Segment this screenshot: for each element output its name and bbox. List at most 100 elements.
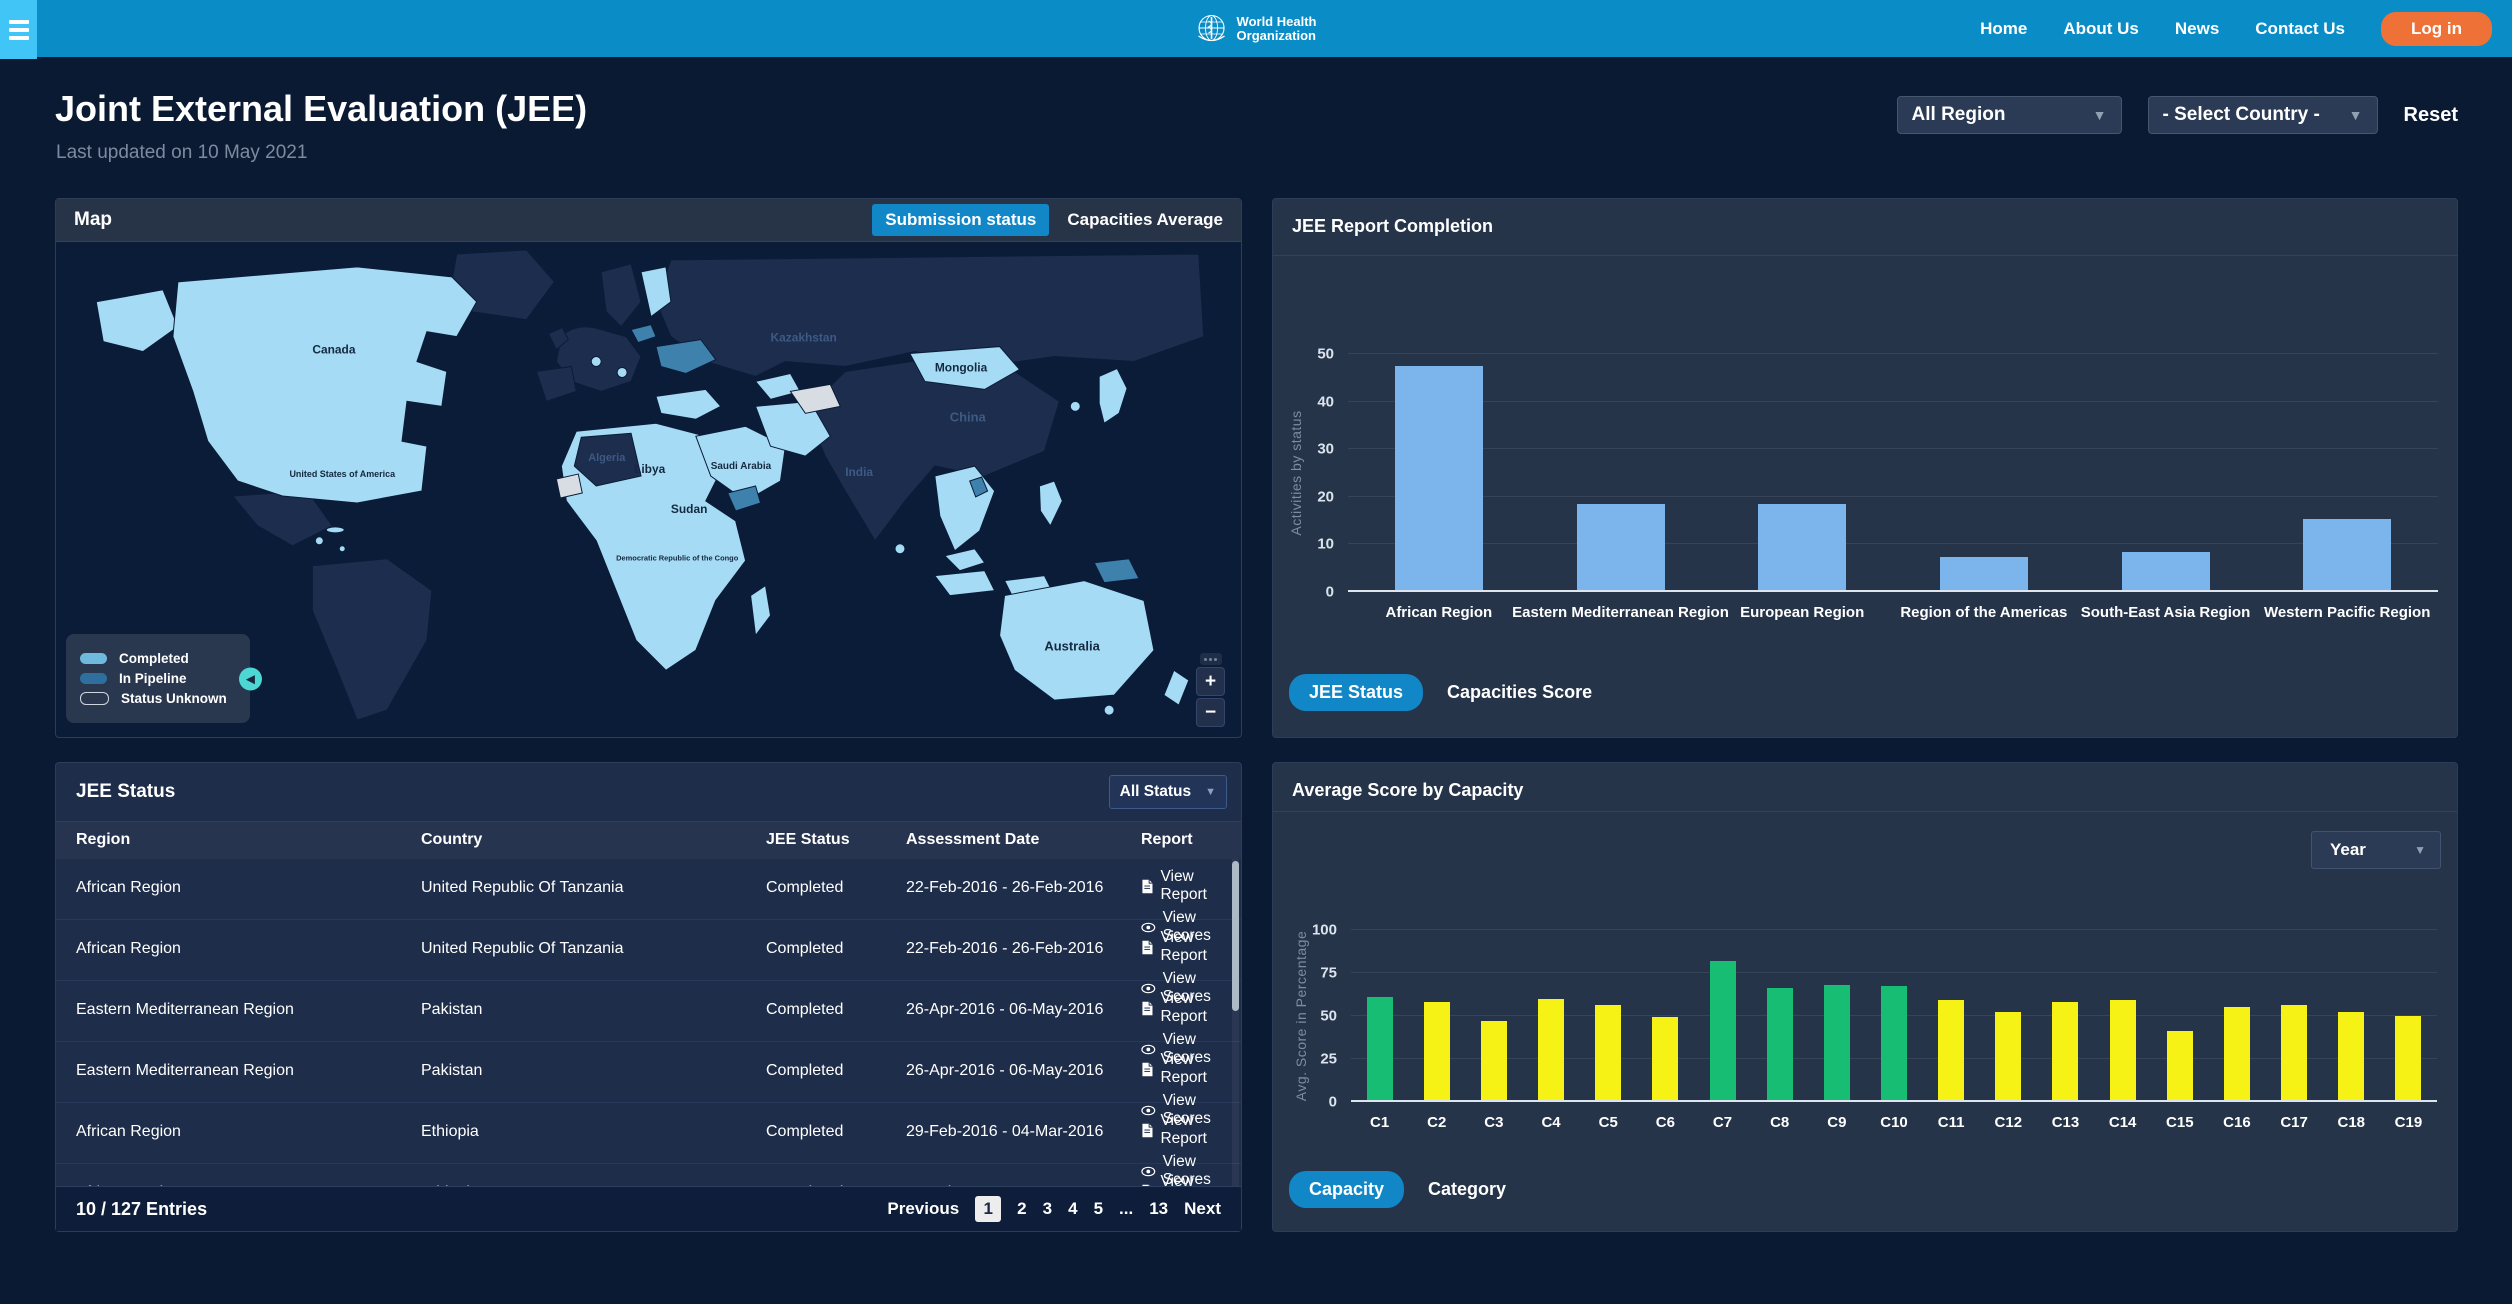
y-tick-label: 50 [1320, 1008, 1337, 1025]
pagination-page-13[interactable]: 13 [1149, 1199, 1168, 1219]
x-tick-label: Western Pacific Region [2264, 604, 2430, 621]
toggle-submission-status[interactable]: Submission status [872, 204, 1049, 236]
country-shape [326, 527, 344, 533]
x-tick-label: C18 [2337, 1114, 2365, 1131]
capacity-plot-area: Avg. Score in Percentage 0255075100C1C2C… [1351, 930, 2437, 1102]
country-shape [315, 537, 323, 545]
col-report: Report [1141, 831, 1193, 849]
pagination-page-5[interactable]: 5 [1094, 1199, 1103, 1219]
table-row: African RegionEthiopiaCompleted29-Feb-20… [56, 1164, 1241, 1188]
pagination-pages: 12345... 13 [975, 1196, 1168, 1222]
legend-collapse-button[interactable]: ◀ [239, 667, 262, 690]
hamburger-menu-button[interactable] [0, 0, 37, 59]
map-extra-control-icon[interactable] [1200, 653, 1222, 665]
chevron-down-icon: ▼ [2414, 843, 2426, 857]
cell-region: African Region [76, 879, 406, 897]
x-tick-label: C4 [1541, 1114, 1560, 1131]
nav-news[interactable]: News [2175, 19, 2219, 39]
view-report-link[interactable]: View Report [1141, 929, 1241, 965]
reset-button[interactable]: Reset [2404, 104, 2458, 127]
pagination-page-3[interactable]: 3 [1043, 1199, 1052, 1219]
map-label-mongolia: Mongolia [935, 360, 988, 374]
x-tick-label: C2 [1427, 1114, 1446, 1131]
map-label-canada: Canada [312, 343, 355, 357]
x-tick-label: C16 [2223, 1114, 2251, 1131]
tab-category[interactable]: Category [1428, 1179, 1506, 1200]
bar-C2 [1424, 1002, 1450, 1100]
bar-Eastern Mediterranean Region [1577, 504, 1665, 590]
x-tick-label: C8 [1770, 1114, 1789, 1131]
x-axis-line [1348, 590, 2438, 592]
cell-country: Ethiopia [421, 1123, 751, 1141]
bar-European Region [1758, 504, 1846, 590]
gridline [1348, 353, 2438, 354]
nav-contact-us[interactable]: Contact Us [2255, 19, 2345, 39]
who-brand: World Health Organization [1196, 13, 1317, 45]
table-row: African RegionUnited Republic Of Tanzani… [56, 859, 1241, 920]
tab-capacity[interactable]: Capacity [1289, 1171, 1404, 1208]
status-filter-select[interactable]: All Status▼ [1109, 775, 1227, 809]
view-report-link[interactable]: View Report [1141, 868, 1241, 904]
map-label-china: China [950, 409, 987, 424]
country-shape [810, 360, 1059, 541]
nav-home[interactable]: Home [1980, 19, 2027, 39]
view-report-link[interactable]: View Report [1141, 1112, 1241, 1148]
regions-plot-area: Activities by status 01020304050African … [1348, 354, 2438, 592]
legend-item-status-unknown: Status Unknown [80, 691, 238, 706]
divider [1273, 811, 2457, 812]
country-shape [935, 571, 995, 596]
country-shape [895, 544, 905, 554]
x-tick-label: C5 [1599, 1114, 1618, 1131]
last-updated-text: Last updated on 10 May 2021 [56, 142, 307, 164]
file-icon [1141, 940, 1153, 955]
who-brand-text: World Health Organization [1237, 15, 1317, 43]
country-shape [339, 546, 345, 552]
map-legend: Completed In Pipeline Status Unknown ◀ [66, 634, 250, 723]
gridline [1351, 972, 2437, 973]
table-row: African RegionUnited Republic Of Tanzani… [56, 920, 1241, 981]
pagination-page-2[interactable]: 2 [1017, 1199, 1026, 1219]
view-report-link[interactable]: View Report [1141, 1051, 1241, 1087]
x-tick-label: C14 [2109, 1114, 2137, 1131]
col-jee-status: JEE Status [766, 831, 850, 849]
region-filter-select[interactable]: All Region▼ [1897, 96, 2122, 134]
pagination-next[interactable]: Next [1184, 1199, 1221, 1219]
bar-C13 [2052, 1002, 2078, 1100]
y-tick-label: 0 [1326, 584, 1334, 601]
y-tick-label: 100 [1312, 922, 1337, 939]
x-tick-label: C1 [1370, 1114, 1389, 1131]
bar-African Region [1395, 366, 1483, 590]
country-shape [173, 267, 477, 503]
bar-South-East Asia Region [2122, 552, 2210, 590]
pagination-page-...[interactable]: ... [1119, 1199, 1133, 1219]
year-filter-select[interactable]: Year▼ [2311, 831, 2441, 869]
map-mode-toggle: Submission status Capacities Average [872, 204, 1223, 236]
nav-about-us[interactable]: About Us [2063, 19, 2139, 39]
table-scrollbar-thumb[interactable] [1232, 861, 1239, 1011]
pagination-page-4[interactable]: 4 [1068, 1199, 1077, 1219]
toggle-capacities-average[interactable]: Capacities Average [1067, 210, 1223, 230]
legend-item-completed: Completed [80, 651, 238, 666]
login-button[interactable]: Log in [2381, 12, 2492, 46]
x-tick-label: African Region [1385, 604, 1492, 621]
map-label-kazakhstan: Kazakhstan [771, 331, 837, 345]
pagination-page-1[interactable]: 1 [975, 1196, 1001, 1222]
country-shape [1094, 559, 1139, 583]
table-header: JEE Status All Status▼ [56, 763, 1241, 822]
map-label-sudan: Sudan [671, 502, 707, 516]
country-filter-select[interactable]: - Select Country -▼ [2148, 96, 2378, 134]
view-report-link[interactable]: View Report [1141, 990, 1241, 1026]
country-shape [1099, 368, 1127, 423]
zoom-out-button[interactable]: − [1196, 698, 1225, 727]
map-label-saudi-arabia: Saudi Arabia [711, 461, 772, 472]
cell-country: Pakistan [421, 1062, 751, 1080]
x-tick-label: Region of the Americas [1900, 604, 2067, 621]
zoom-in-button[interactable]: + [1196, 667, 1225, 696]
pagination-previous[interactable]: Previous [887, 1199, 959, 1219]
tab-capacities-score[interactable]: Capacities Score [1447, 682, 1592, 703]
table-row: Eastern Mediterranean RegionPakistanComp… [56, 1042, 1241, 1103]
y-tick-label: 50 [1317, 346, 1334, 363]
col-country: Country [421, 831, 482, 849]
tab-jee-status[interactable]: JEE Status [1289, 674, 1423, 711]
x-tick-label: C15 [2166, 1114, 2194, 1131]
